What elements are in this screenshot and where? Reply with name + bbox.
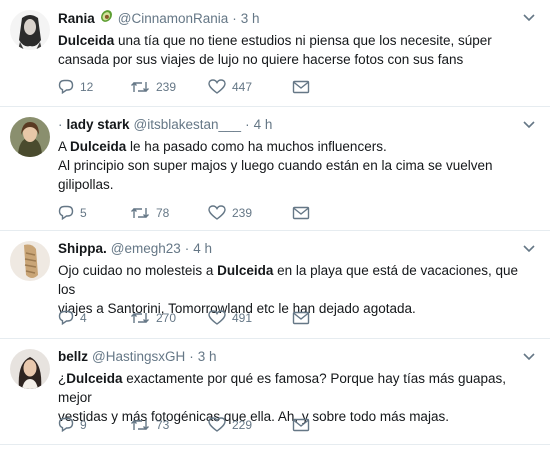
direct-message-button[interactable] xyxy=(292,418,310,432)
avocado-icon xyxy=(99,9,114,28)
handle[interactable]: @itsblakestan___ xyxy=(134,116,242,134)
chevron-down-icon[interactable] xyxy=(520,118,538,132)
retweet-count: 270 xyxy=(156,310,177,325)
retweet-icon xyxy=(130,80,150,94)
timestamp[interactable]: 4 h xyxy=(254,116,273,134)
avatar[interactable] xyxy=(10,10,50,50)
envelope-icon xyxy=(292,80,310,94)
reply-count: 9 xyxy=(80,417,87,432)
reply-icon xyxy=(58,79,74,94)
retweet-count: 78 xyxy=(156,205,170,220)
retweet-icon xyxy=(130,206,150,220)
like-count: 239 xyxy=(232,205,253,220)
like-button[interactable]: 447 xyxy=(208,79,292,94)
reply-count: 4 xyxy=(80,310,87,325)
display-name[interactable]: lady stark xyxy=(67,116,130,134)
reply-button[interactable]: 12 xyxy=(58,79,130,94)
avatar[interactable] xyxy=(10,241,50,281)
tweet[interactable]: bellz @HastingsxGH · 3 h ¿Dulceida exact… xyxy=(0,339,550,445)
reply-count: 12 xyxy=(80,79,94,94)
heart-icon xyxy=(208,310,226,325)
timestamp[interactable]: 3 h xyxy=(241,10,260,28)
tweet-text: A Dulceida le ha pasado como ha muchos i… xyxy=(58,137,538,194)
envelope-icon xyxy=(292,311,310,325)
like-button[interactable]: 229 xyxy=(208,417,292,432)
retweet-icon xyxy=(130,311,150,325)
like-count: 447 xyxy=(232,79,253,94)
handle[interactable]: @CinnamonRania xyxy=(118,10,229,28)
tweet-text-line: Dulceida una tía que no tiene estudios n… xyxy=(58,33,492,48)
tweet[interactable]: · lady stark @itsblakestan___ · 4 h A Du… xyxy=(0,107,550,231)
reply-button[interactable]: 9 xyxy=(58,417,130,432)
tweet-actions: 4 270 491 xyxy=(58,310,310,325)
reply-icon xyxy=(58,417,74,432)
envelope-icon xyxy=(292,418,310,432)
direct-message-button[interactable] xyxy=(292,311,310,325)
avatar[interactable] xyxy=(10,117,50,157)
timestamp[interactable]: 4 h xyxy=(193,240,212,258)
tweet-text: Dulceida una tía que no tiene estudios n… xyxy=(58,31,538,69)
handle[interactable]: @emegh23 xyxy=(111,240,181,258)
like-button[interactable]: 239 xyxy=(208,205,292,220)
tweet-text-line: cansada por sus viajes de lujo no quiere… xyxy=(58,52,464,67)
direct-message-button[interactable] xyxy=(292,206,310,220)
tweet-header: Shippa. @emegh23 · 4 h xyxy=(58,240,213,258)
retweet-button[interactable]: 78 xyxy=(130,206,208,220)
chevron-down-icon[interactable] xyxy=(520,242,538,256)
heart-icon xyxy=(208,79,226,94)
avatar[interactable] xyxy=(10,349,50,389)
chevron-down-icon[interactable] xyxy=(520,11,538,25)
tweet-header: bellz @HastingsxGH · 3 h xyxy=(58,348,217,366)
envelope-icon xyxy=(292,206,310,220)
like-count: 491 xyxy=(232,310,253,325)
reply-icon xyxy=(58,205,74,220)
tweet[interactable]: Shippa. @emegh23 · 4 h Ojo cuidao no mol… xyxy=(0,231,550,339)
heart-icon xyxy=(208,205,226,220)
like-count: 229 xyxy=(232,417,253,432)
retweet-icon xyxy=(130,418,150,432)
reply-icon xyxy=(58,310,74,325)
chevron-down-icon[interactable] xyxy=(520,350,538,364)
retweet-button[interactable]: 73 xyxy=(130,418,208,432)
timestamp[interactable]: 3 h xyxy=(198,348,217,366)
handle[interactable]: @HastingsxGH xyxy=(92,348,185,366)
reply-button[interactable]: 5 xyxy=(58,205,130,220)
tweet-text-line: Al principio son super majos y luego cua… xyxy=(58,158,493,173)
retweet-count: 73 xyxy=(156,417,170,432)
tweet-text-line: ¿Dulceida exactamente por qué es famosa?… xyxy=(58,371,507,405)
tweet-text-line: Ojo cuidao no molesteis a Dulceida en la… xyxy=(58,263,519,297)
heart-icon xyxy=(208,417,226,432)
tweet-actions: 12 239 447 xyxy=(58,79,310,94)
retweet-button[interactable]: 270 xyxy=(130,311,208,325)
retweet-button[interactable]: 239 xyxy=(130,80,208,94)
tweet-actions: 9 73 229 xyxy=(58,417,310,432)
display-name[interactable]: Shippa. xyxy=(58,240,107,258)
tweet-actions: 5 78 239 xyxy=(58,205,310,220)
display-name[interactable]: Rania xyxy=(58,10,95,28)
tweet-header: Rania @CinnamonRania · 3 h xyxy=(58,9,538,28)
name-prefix: · xyxy=(58,117,63,132)
direct-message-button[interactable] xyxy=(292,80,310,94)
like-button[interactable]: 491 xyxy=(208,310,292,325)
reply-button[interactable]: 4 xyxy=(58,310,130,325)
retweet-count: 239 xyxy=(156,79,177,94)
reply-count: 5 xyxy=(80,205,87,220)
tweet-header: · lady stark @itsblakestan___ · 4 h xyxy=(58,116,273,134)
tweet-text-line: A Dulceida le ha pasado como ha muchos i… xyxy=(58,139,387,154)
display-name[interactable]: bellz xyxy=(58,348,88,366)
tweet-text-line: gilipollas. xyxy=(58,177,114,192)
tweet[interactable]: Rania @CinnamonRania · 3 h Dulceida una … xyxy=(0,0,550,107)
